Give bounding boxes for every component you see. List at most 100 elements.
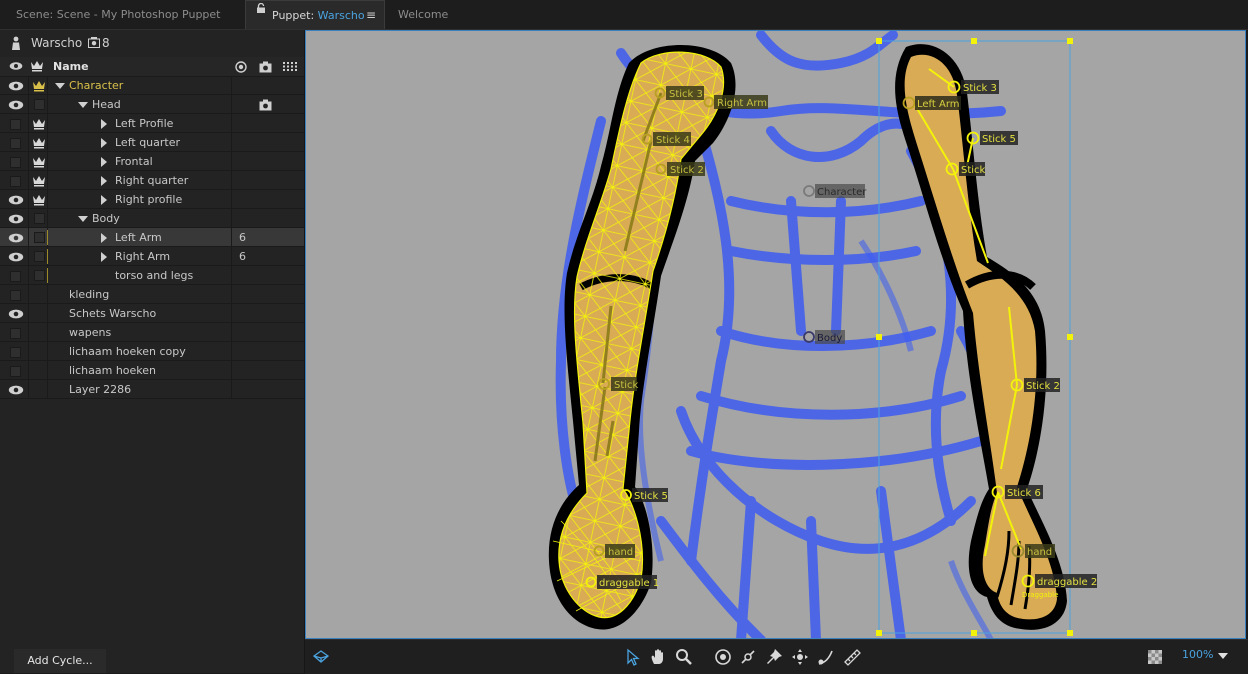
visibility-toggle-empty[interactable] (10, 347, 21, 358)
layer-name: torso and legs (115, 269, 194, 282)
tab-puppet-name: Warscho (317, 9, 365, 22)
select-tool-icon[interactable] (623, 647, 643, 667)
layer-row-right-arm[interactable]: Right Arm 6 (0, 247, 304, 266)
dragger-tool-icon[interactable] (790, 647, 810, 667)
visibility-toggle-empty[interactable] (10, 366, 21, 377)
crown-icon[interactable] (32, 156, 46, 168)
origin-column-icon[interactable] (235, 61, 247, 73)
eye-icon[interactable] (8, 99, 24, 111)
layer-row-frontal[interactable]: Frontal (0, 152, 304, 171)
crown-icon[interactable] (32, 175, 46, 187)
expand-arrow-icon[interactable] (101, 195, 107, 205)
add-cycle-button[interactable]: Add Cycle... (14, 649, 106, 673)
layer-name: Schets Warscho (69, 307, 157, 320)
layer-row-right-quarter[interactable]: Right quarter (0, 171, 304, 190)
expand-arrow-icon[interactable] (101, 233, 107, 243)
tab-welcome-label: Welcome (398, 8, 449, 21)
layer-name: Character (69, 79, 124, 92)
expand-arrow-icon[interactable] (101, 138, 107, 148)
crown-toggle-empty[interactable] (34, 232, 45, 243)
tab-menu-icon[interactable]: ≡ (366, 1, 376, 30)
eye-icon[interactable] (8, 384, 24, 396)
puppet-artwork[interactable]: Stick 3 Right Arm Stick 4 Stick 2 Stick … (306, 31, 1246, 639)
layer-row-lichaam-hoeken[interactable]: lichaam hoeken (0, 361, 304, 380)
zoom-level[interactable]: 100% (1182, 648, 1213, 661)
crown-icon[interactable] (32, 118, 46, 130)
visibility-toggle-empty[interactable] (10, 328, 21, 339)
eye-icon[interactable] (8, 308, 24, 320)
stick-tool-icon[interactable] (738, 647, 758, 667)
origin-tool-icon[interactable] (713, 647, 733, 667)
label-body: Body (817, 333, 842, 344)
visibility-toggle-empty[interactable] (10, 138, 21, 149)
expand-arrow-icon[interactable] (101, 157, 107, 167)
crown-toggle-empty[interactable] (34, 99, 45, 110)
layer-row-torso-and-legs[interactable]: torso and legs (0, 266, 304, 285)
puppet-count: 8 (102, 36, 110, 50)
label-draggable-1: draggable 1 (599, 578, 659, 589)
expand-arrow-icon[interactable] (101, 176, 107, 186)
crown-header-icon[interactable] (30, 60, 44, 72)
collapse-arrow-icon[interactable] (78, 102, 88, 108)
layer-row-left-arm[interactable]: Left Arm 6 (0, 228, 304, 247)
layer-name: Right profile (115, 193, 183, 206)
eye-header-icon[interactable] (9, 61, 23, 71)
visibility-toggle-empty[interactable] (10, 119, 21, 130)
frame-icon (88, 37, 100, 48)
tab-bar: Scene: Scene - My Photoshop Puppet Puppe… (0, 0, 1248, 30)
layer-row-left-profile[interactable]: Left Profile (0, 114, 304, 133)
transparency-grid-icon[interactable] (1145, 647, 1165, 667)
lock-icon[interactable] (256, 3, 266, 13)
collapse-arrow-icon[interactable] (55, 83, 65, 89)
crown-toggle-empty[interactable] (34, 270, 45, 281)
eye-icon[interactable] (8, 232, 24, 244)
crown-toggle-empty[interactable] (34, 213, 45, 224)
crown-icon[interactable] (32, 80, 46, 92)
eye-icon[interactable] (8, 194, 24, 206)
bend-tool-icon[interactable] (816, 647, 836, 667)
pin-tool-icon[interactable] (764, 647, 784, 667)
visibility-toggle-empty[interactable] (10, 290, 21, 301)
expand-arrow-icon[interactable] (101, 252, 107, 262)
eye-icon[interactable] (8, 80, 24, 92)
crown-toggle-empty[interactable] (34, 251, 45, 262)
layer-row-left-quarter[interactable]: Left quarter (0, 133, 304, 152)
layer-row-body[interactable]: Body (0, 209, 304, 228)
name-column-header[interactable]: Name (53, 57, 89, 76)
crown-icon[interactable] (32, 194, 46, 206)
puppet-canvas[interactable]: Stick 3 Right Arm Stick 4 Stick 2 Stick … (305, 30, 1246, 639)
zoom-dropdown-icon[interactable] (1218, 653, 1228, 659)
camera-column-icon[interactable] (259, 61, 272, 73)
expand-arrow-icon[interactable] (101, 119, 107, 129)
layer-name: lichaam hoeken copy (69, 345, 186, 358)
hand-tool-icon[interactable] (648, 647, 668, 667)
layer-row-head[interactable]: Head (0, 95, 304, 114)
column-header: Name (0, 57, 304, 77)
measure-tool-icon[interactable] (842, 647, 862, 667)
tab-welcome[interactable]: Welcome (386, 0, 466, 29)
layer-row-schets-warscho[interactable]: Schets Warscho (0, 304, 304, 323)
layer-row-right-profile[interactable]: Right profile (0, 190, 304, 209)
layer-name: Layer 2286 (69, 383, 132, 396)
collapse-arrow-icon[interactable] (78, 216, 88, 222)
layer-row-character[interactable]: Character (0, 76, 304, 95)
zoom-tool-icon[interactable] (674, 647, 694, 667)
eye-icon[interactable] (8, 251, 24, 263)
label-stick-right: Stick (961, 165, 986, 176)
crown-icon[interactable] (32, 137, 46, 149)
layer-row-wapens[interactable]: wapens (0, 323, 304, 342)
layer-name: Left Arm (115, 231, 162, 244)
layer-row-kleding[interactable]: kleding (0, 285, 304, 304)
layer-row-lichaam-hoeken-copy[interactable]: lichaam hoeken copy (0, 342, 304, 361)
visibility-toggle-empty[interactable] (10, 157, 21, 168)
tab-scene[interactable]: Scene: Scene - My Photoshop Puppet (0, 0, 244, 29)
visibility-toggle-empty[interactable] (10, 271, 21, 282)
layer-row-layer-2286[interactable]: Layer 2286 (0, 380, 304, 399)
tab-puppet[interactable]: Puppet: Warscho ≡ (245, 0, 385, 29)
grid-column-icon[interactable] (283, 62, 297, 71)
eye-icon[interactable] (8, 213, 24, 225)
visibility-toggle-empty[interactable] (10, 176, 21, 187)
camera-icon[interactable] (259, 99, 272, 111)
label-left-arm: Left Arm (917, 99, 960, 110)
fit-view-icon[interactable] (311, 647, 331, 667)
